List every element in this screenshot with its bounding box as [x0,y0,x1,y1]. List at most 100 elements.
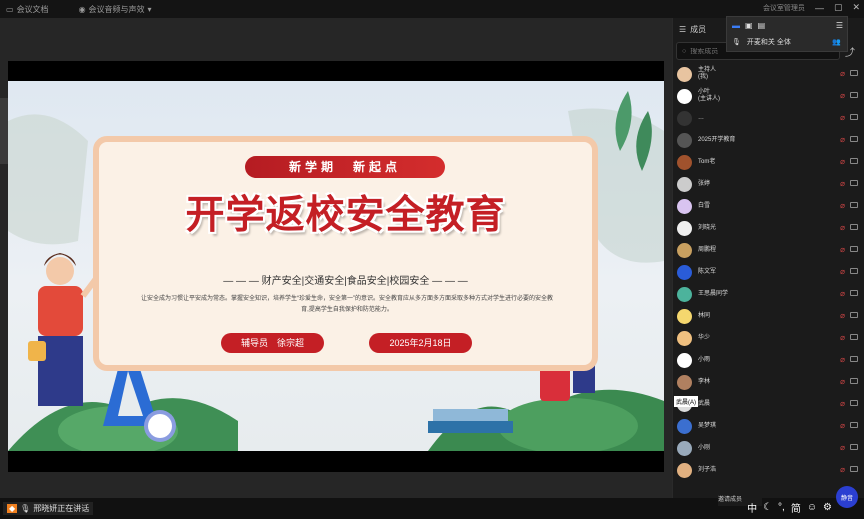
participant-row[interactable]: 陈文军 ⌀ [673,261,863,283]
participant-row[interactable]: 武晨 ⌀ [673,393,863,415]
camera-off-icon[interactable] [850,312,858,318]
camera-off-icon[interactable] [850,246,858,252]
camera-off-icon[interactable] [850,444,858,450]
camera-off-icon[interactable] [850,378,858,384]
participant-row[interactable]: 2025开学教育 ⌀ [673,129,863,151]
mic-muted-icon[interactable]: ⌀ [840,443,845,452]
avatar [677,110,692,126]
participant-row[interactable]: 刘晓光 ⌀ [673,217,863,239]
participant-row[interactable]: 小叶 (主讲人) ⌀ [673,85,863,107]
camera-off-icon[interactable] [850,92,858,98]
participant-row[interactable]: 林同 ⌀ [673,305,863,327]
mic-muted-icon[interactable]: ⌀ [840,289,845,298]
mic-muted-icon[interactable]: ⌀ [840,465,845,474]
participant-row[interactable]: 王思晨同学 ⌀ [673,283,863,305]
mic-muted-icon[interactable]: ⌀ [840,333,845,342]
participant-name: 王思晨同学 [698,290,729,297]
mic-muted-icon[interactable]: ⌀ [840,135,845,144]
layout-icon[interactable]: ▤ [758,21,766,30]
participant-row[interactable]: 周鹏程 ⌀ [673,239,863,261]
window-icon[interactable]: ▣ [745,21,753,30]
camera-off-icon[interactable] [850,224,858,230]
participant-list: 主持人 (我) ⌀ 小叶 (主讲人) ⌀… ⌀ 2025开学教育 ⌀ Tom老 ⌀ 张婷 ⌀ 白雪 ⌀ 刘… [673,63,863,481]
mute-button[interactable]: 静音 [836,486,858,508]
camera-off-icon[interactable] [850,268,858,274]
minimize-icon[interactable]: — [815,3,824,13]
participant-name: 华少 [698,334,711,341]
participant-row[interactable]: 主持人 (我) ⌀ [673,63,863,85]
audio-settings-item[interactable]: ◉ 会议音频与声效 ▾ [79,4,152,15]
participant-row[interactable]: 吴梦琪 ⌀ [673,415,863,437]
participant-name: 武晨 [698,400,711,407]
avatar [677,88,692,104]
participant-row[interactable]: Tom老 ⌀ [673,151,863,173]
avatar [677,352,692,368]
hover-tooltip: 武晨(A) [674,396,698,407]
camera-off-icon[interactable] [850,356,858,362]
mic-muted-icon[interactable]: ⌀ [840,355,845,364]
menu-icon[interactable]: ☰ [836,21,843,30]
ime-mode-button[interactable]: 中 [747,500,757,515]
participant-row[interactable]: 小刚 ⌀ [673,437,863,459]
mic-muted-icon[interactable]: ⌀ [840,223,845,232]
simplified-button[interactable]: 简 [791,500,801,515]
mic-muted-icon[interactable]: ⌀ [840,201,845,210]
mic-muted-icon[interactable]: ⌀ [840,311,845,320]
meeting-docs-item[interactable]: ▭ 会议文档 [6,4,49,15]
mic-muted-icon[interactable]: ⌀ [840,179,845,188]
popover-row[interactable]: 🎙 开麦和关 全体 👥 [727,33,847,51]
mic-muted-icon[interactable]: ⌀ [840,377,845,386]
avatar [677,264,692,280]
participant-name: 周鹏程 [698,246,717,253]
avatar [677,286,692,302]
participant-row[interactable]: 李林 ⌀ [673,371,863,393]
mic-muted-icon[interactable]: ⌀ [840,267,845,276]
close-icon[interactable]: ✕ [852,2,860,13]
maximize-icon[interactable]: ▢ [834,2,843,13]
camera-off-icon[interactable] [850,158,858,164]
mic-muted-icon[interactable]: ⌀ [840,157,845,166]
camera-off-icon[interactable] [850,114,858,120]
mute-popover: ▬ ▣ ▤ ☰ 🎙 开麦和关 全体 👥 [726,16,848,52]
emoji-icon[interactable]: ☺ [807,502,817,513]
participant-row[interactable]: 华少 ⌀ [673,327,863,349]
punct-icon[interactable]: °, [778,502,785,513]
mic-muted-icon[interactable]: ⌀ [840,113,845,122]
doc-icon: ▭ [6,4,14,14]
mic-muted-icon[interactable]: ⌀ [840,245,845,254]
participant-name: 小刚 [698,444,711,451]
mic-muted-icon[interactable]: ⌀ [840,421,845,430]
slide-presenter: 辅导员 徐宗超 [221,333,324,353]
camera-off-icon[interactable] [850,70,858,76]
mic-muted-icon[interactable]: ⌀ [840,69,845,78]
camera-off-icon[interactable] [850,202,858,208]
members-icon: ☰ [679,24,687,34]
participant-row[interactable]: … ⌀ [673,107,863,129]
avatar [677,242,692,258]
participant-row[interactable]: 刘子浩 ⌀ [673,459,863,481]
panel-tab-label[interactable]: 成员 [690,24,706,35]
mute-all-label: 开麦和关 全体 [746,39,791,46]
mic-muted-icon[interactable]: ⌀ [840,399,845,408]
camera-off-icon[interactable] [850,466,858,472]
settings-icon[interactable]: ⚙ [823,502,832,513]
shared-screen: 新学期 新起点 开学返校安全教育 — — — 财产安全|交通安全|食品安全|校园… [8,61,664,472]
participant-row[interactable]: 小雨 ⌀ [673,349,863,371]
camera-off-icon[interactable] [850,422,858,428]
mic-muted-icon[interactable]: ⌀ [840,91,845,100]
participant-row[interactable]: 白雪 ⌀ [673,195,863,217]
slide-date: 2025年2月18日 [369,333,472,353]
camera-off-icon[interactable] [850,290,858,296]
participant-row[interactable]: 张婷 ⌀ [673,173,863,195]
slide-description: 让安全成为习惯让平安成为常态。掌握安全知识，培养学生“珍爱生命，安全第一”的意识… [141,296,553,313]
camera-off-icon[interactable] [850,334,858,340]
camera-off-icon[interactable] [850,136,858,142]
slide-topics: — — — 财产安全|交通安全|食品安全|校园安全 — — — [223,276,468,287]
camera-off-icon[interactable] [850,180,858,186]
avatar [677,198,692,214]
avatar [677,374,692,390]
avatar [677,418,692,434]
participant-name: 小雨 [698,356,711,363]
moon-icon[interactable]: ☾ [763,502,772,513]
camera-off-icon[interactable] [850,400,858,406]
